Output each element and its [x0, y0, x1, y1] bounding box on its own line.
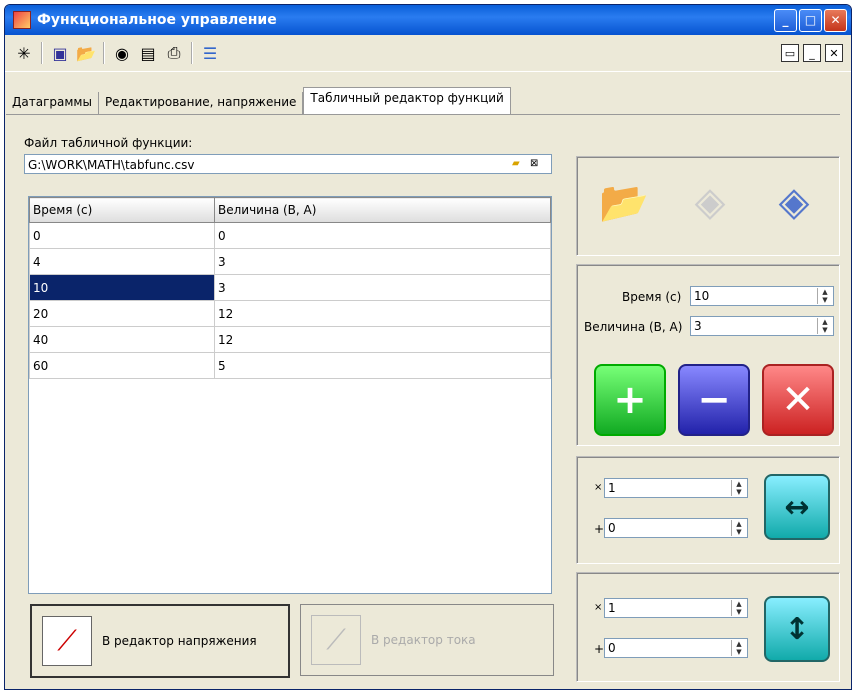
table-row[interactable]: 10 3 — [29, 274, 551, 301]
minimize-button[interactable]: _ — [774, 8, 797, 32]
cell-time: 0 — [29, 222, 215, 249]
remove-point-button[interactable]: − — [678, 364, 750, 436]
table-row[interactable]: 60 5 — [29, 352, 551, 379]
tab-edit-voltage[interactable]: Редактирование, напряжение — [99, 92, 304, 114]
value-label: Величина (В, А) — [584, 320, 683, 334]
cell-value: 3 — [214, 248, 551, 275]
close-icon[interactable]: ✕ — [825, 44, 843, 62]
open-file-icon[interactable]: 📂 — [590, 168, 658, 236]
open-folder-icon[interactable]: 📂 — [73, 40, 99, 66]
save-icon[interactable]: ▣ — [47, 40, 73, 66]
h-mul-value: 1 — [608, 481, 616, 495]
time-stepper[interactable]: 10 ▲ ▼ — [690, 286, 834, 306]
x-icon: ✕ — [781, 377, 815, 423]
cell-time: 60 — [29, 352, 215, 379]
new-icon[interactable]: ✳ — [11, 40, 37, 66]
v-mul-value: 1 — [608, 601, 616, 615]
horizontal-arrows-icon: ↔ — [784, 489, 810, 525]
scale-horizontal-button[interactable]: ↔ — [764, 474, 830, 540]
chart-icon: ⟋ — [42, 616, 92, 666]
page-icon[interactable]: ▤ — [135, 40, 161, 66]
chart-disabled-icon: ⟋ — [311, 615, 361, 665]
cell-time: 4 — [29, 248, 215, 275]
column-header-time[interactable]: Время (с) — [29, 197, 215, 223]
excel-icon[interactable]: ⊠ — [530, 158, 544, 170]
v-offset-stepper[interactable]: 0 ▲ ▼ — [604, 638, 748, 658]
plus-icon: + — [613, 377, 647, 423]
scale-vertical-button[interactable]: ↕ — [764, 596, 830, 662]
h-add-value: 0 — [608, 521, 616, 535]
title-bar: Функциональное управление _ □ ✕ — [5, 5, 851, 35]
v-add-value: 0 — [608, 641, 616, 655]
tab-bar: Датаграммы Редактирование, напряжение Та… — [6, 87, 511, 114]
tab-table-editor[interactable]: Табличный редактор функций — [303, 87, 511, 114]
cell-value: 3 — [214, 274, 551, 301]
v-add-sign: + — [594, 642, 605, 656]
maximize-button[interactable]: □ — [799, 8, 822, 32]
cell-value: 12 — [214, 300, 551, 327]
delete-all-button[interactable]: ✕ — [762, 364, 834, 436]
data-table[interactable]: Время (с) Величина (В, А) 00 43 10 3 20 12… — [28, 196, 552, 594]
to-voltage-label: В редактор напряжения — [102, 634, 257, 648]
tab-datagrams[interactable]: Датаграммы — [6, 92, 99, 114]
h-multiplier-stepper[interactable]: 1 ▲ ▼ — [604, 478, 748, 498]
restore-icon[interactable]: ▭ — [781, 44, 799, 62]
app-icon — [13, 11, 31, 29]
browse-folder-icon[interactable]: ▰ — [512, 158, 526, 170]
cell-time: 10 — [29, 274, 215, 301]
minimize-icon[interactable]: _ — [803, 44, 821, 62]
h-offset-stepper[interactable]: 0 ▲ ▼ — [604, 518, 748, 538]
add-point-button[interactable]: + — [594, 364, 666, 436]
save-as-icon[interactable]: ◈ — [760, 168, 828, 236]
toolbar: ✳ ▣ 📂 ◉ ▤ ⎙ ☰ ▭ _ ✕ — [5, 35, 851, 72]
table-row[interactable]: 20 12 — [29, 300, 551, 327]
value-stepper[interactable]: 3 ▲ ▼ — [690, 316, 834, 336]
table-row[interactable]: 40 12 — [29, 326, 551, 353]
to-current-label: В редактор тока — [371, 633, 476, 647]
cell-value: 0 — [214, 222, 551, 249]
save-disk-icon[interactable]: ◈ — [676, 168, 744, 236]
minus-icon: − — [697, 377, 731, 423]
to-voltage-editor-button[interactable]: ⟋ В редактор напряжения — [30, 604, 290, 678]
time-value: 10 — [694, 289, 710, 303]
cell-time: 20 — [29, 300, 215, 327]
h-mul-sign: × — [594, 482, 603, 493]
to-current-editor-button[interactable]: ⟋ В редактор тока — [300, 604, 554, 676]
preview-icon[interactable]: ◉ — [109, 40, 135, 66]
vertical-arrows-icon: ↕ — [784, 611, 810, 647]
table-row[interactable]: 43 — [29, 248, 551, 275]
h-add-sign: + — [594, 522, 605, 536]
cell-time: 40 — [29, 326, 215, 353]
file-label: Файл табличной функции: — [24, 136, 193, 150]
list-icon[interactable]: ☰ — [197, 40, 223, 66]
column-header-value[interactable]: Величина (В, А) — [214, 197, 551, 223]
cell-value: 12 — [214, 326, 551, 353]
v-multiplier-stepper[interactable]: 1 ▲ ▼ — [604, 598, 748, 618]
time-label: Время (с) — [622, 290, 682, 304]
print-icon[interactable]: ⎙ — [161, 40, 187, 66]
cell-value: 5 — [214, 352, 551, 379]
close-button[interactable]: ✕ — [824, 8, 847, 32]
window-title: Функциональное управление — [37, 12, 277, 28]
table-row[interactable]: 00 — [29, 222, 551, 249]
value-value: 3 — [694, 319, 702, 333]
file-path-input[interactable]: G:\WORK\MATH\tabfunc.csv — [24, 154, 552, 174]
v-mul-sign: × — [594, 602, 603, 613]
